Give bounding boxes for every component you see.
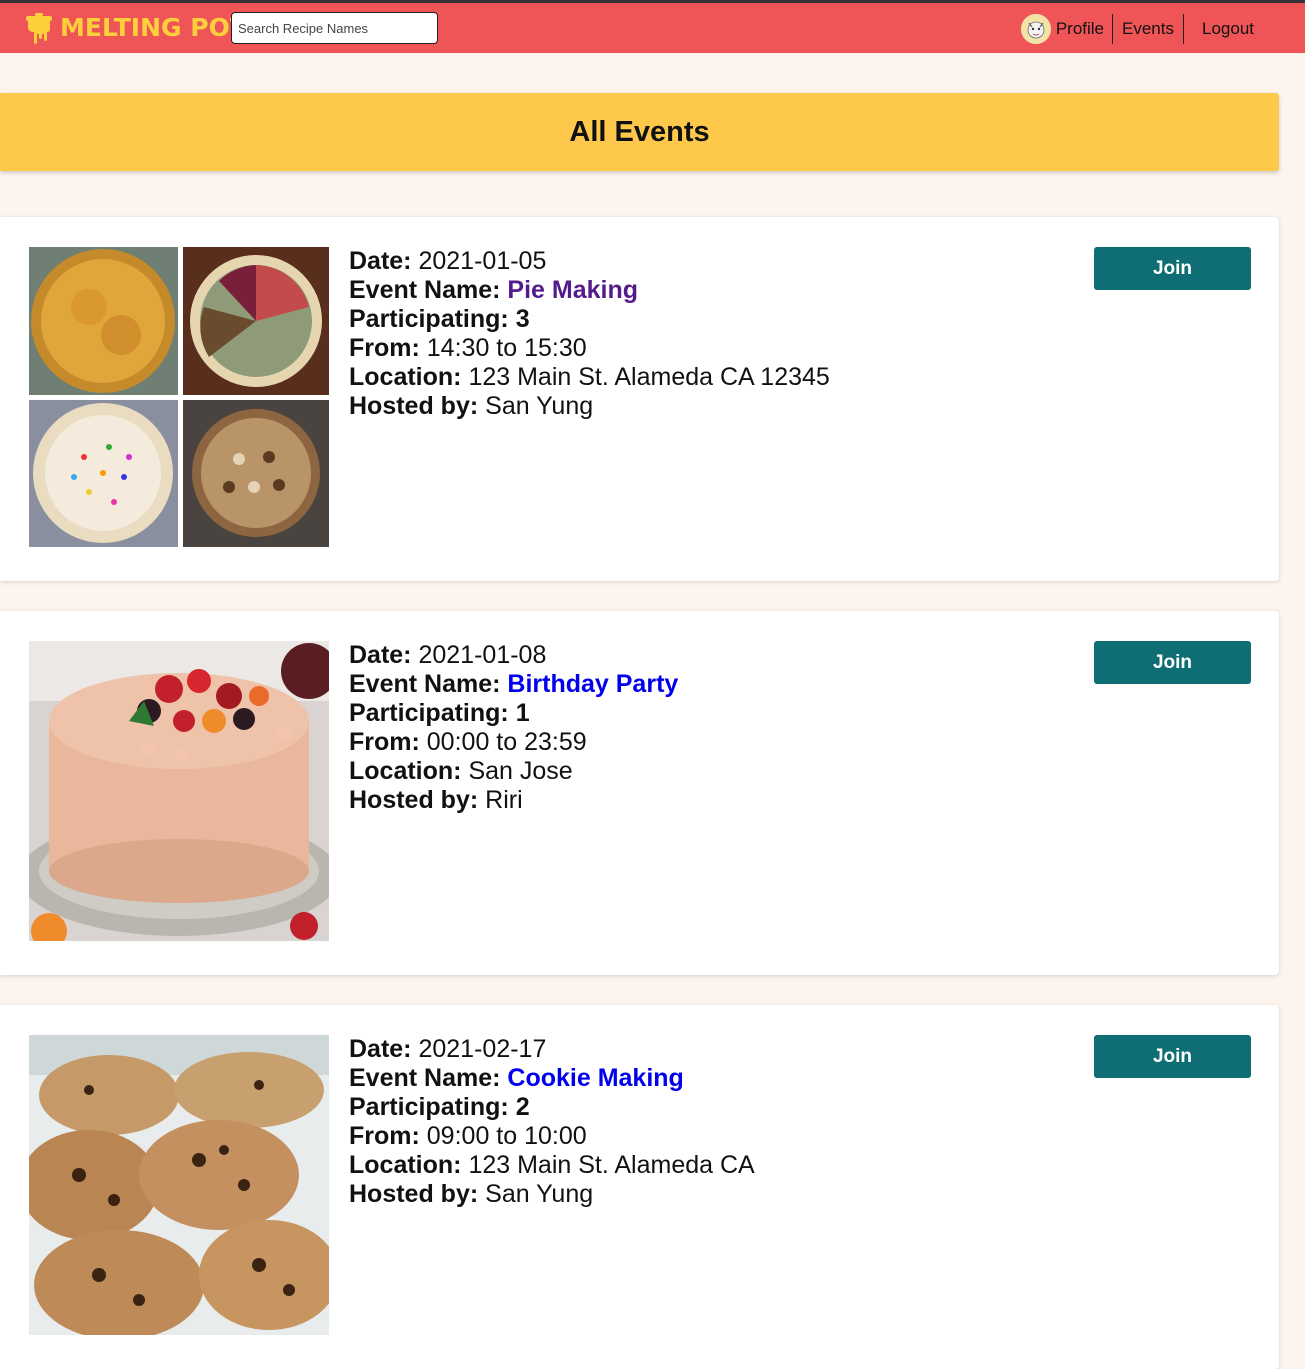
participating-row: Participating: 2	[349, 1093, 755, 1122]
from-label: From:	[349, 728, 420, 756]
event-time-row: From: 00:00 to 23:59	[349, 728, 678, 757]
participating-count: 2	[515, 1093, 530, 1121]
participating-row: Participating: 1	[349, 699, 678, 728]
nav-events-link[interactable]: Events	[1113, 14, 1183, 44]
cookies-image	[29, 1035, 329, 1335]
participating-label: Participating:	[349, 1093, 509, 1121]
participating-row: Participating: 3	[349, 305, 830, 334]
event-name-label: Event Name:	[349, 276, 501, 304]
date-label: Date:	[349, 641, 412, 669]
date-label: Date:	[349, 247, 412, 275]
event-details: Date: 2021-01-08 Event Name: Birthday Pa…	[349, 641, 678, 815]
avatar-icon	[1020, 14, 1051, 44]
event-location-row: Location: San Jose	[349, 757, 678, 786]
event-details: Date: 2021-02-17 Event Name: Cookie Maki…	[349, 1035, 755, 1209]
page-title-banner: All Events	[0, 93, 1279, 171]
nav-profile-link[interactable]: Profile	[1020, 14, 1105, 44]
from-label: From:	[349, 334, 420, 362]
event-details: Date: 2021-01-05 Event Name: Pie Making …	[349, 247, 830, 421]
nav-profile-label: Profile	[1055, 19, 1105, 38]
event-date-row: Date: 2021-01-05	[349, 247, 830, 276]
hosted-by-label: Hosted by:	[349, 392, 479, 420]
pie-collage-image	[29, 247, 329, 547]
join-button[interactable]: Join	[1094, 1035, 1251, 1078]
brand-logo[interactable]: MELTING POT	[24, 12, 247, 44]
event-host: San Yung	[485, 392, 594, 420]
date-label: Date:	[349, 1035, 412, 1063]
event-time: 09:00 to 10:00	[426, 1122, 587, 1150]
navbar: MELTING POT Profile Events Logout	[0, 0, 1305, 53]
event-name-label: Event Name:	[349, 670, 501, 698]
participating-count: 1	[515, 699, 530, 727]
event-date: 2021-01-08	[418, 641, 547, 669]
location-label: Location:	[349, 757, 462, 785]
nav-logout-link[interactable]: Logout	[1184, 14, 1305, 44]
event-name-label: Event Name:	[349, 1064, 501, 1092]
event-location: San Jose	[468, 757, 573, 785]
hosted-by-label: Hosted by:	[349, 786, 479, 814]
event-time-row: From: 14:30 to 15:30	[349, 334, 830, 363]
event-location-row: Location: 123 Main St. Alameda CA 12345	[349, 363, 830, 392]
event-host: Riri	[485, 786, 523, 814]
from-label: From:	[349, 1122, 420, 1150]
event-name-link[interactable]: Birthday Party	[507, 670, 678, 698]
event-card: Date: 2021-02-17 Event Name: Cookie Maki…	[0, 1005, 1279, 1369]
event-location-row: Location: 123 Main St. Alameda CA	[349, 1151, 755, 1180]
event-time: 14:30 to 15:30	[426, 334, 587, 362]
birthday-cake-image	[29, 641, 329, 941]
event-date: 2021-01-05	[418, 247, 547, 275]
location-label: Location:	[349, 363, 462, 391]
search-recipe-input[interactable]	[231, 12, 438, 44]
brand-name: MELTING POT	[60, 13, 247, 42]
event-time-row: From: 09:00 to 10:00	[349, 1122, 755, 1151]
event-name-row: Event Name: Birthday Party	[349, 670, 678, 699]
location-label: Location:	[349, 1151, 462, 1179]
avatar	[1020, 14, 1051, 44]
join-button[interactable]: Join	[1094, 641, 1251, 684]
event-location: 123 Main St. Alameda CA	[468, 1151, 755, 1179]
event-location: 123 Main St. Alameda CA 12345	[468, 363, 830, 391]
hosted-by-label: Hosted by:	[349, 1180, 479, 1208]
nav-links: Profile Events Logout	[1020, 13, 1305, 45]
event-card: Date: 2021-01-05 Event Name: Pie Making …	[0, 217, 1279, 581]
event-host-row: Hosted by: San Yung	[349, 1180, 755, 1209]
event-name-link[interactable]: Pie Making	[507, 276, 638, 304]
event-card: Date: 2021-01-08 Event Name: Birthday Pa…	[0, 611, 1279, 975]
event-name-row: Event Name: Pie Making	[349, 276, 830, 305]
event-date-row: Date: 2021-02-17	[349, 1035, 755, 1064]
event-date: 2021-02-17	[418, 1035, 547, 1063]
participating-count: 3	[515, 305, 530, 333]
event-host-row: Hosted by: Riri	[349, 786, 678, 815]
participating-label: Participating:	[349, 305, 509, 333]
event-host-row: Hosted by: San Yung	[349, 392, 830, 421]
event-name-row: Event Name: Cookie Making	[349, 1064, 755, 1093]
melting-pot-icon	[26, 13, 52, 44]
join-button[interactable]: Join	[1094, 247, 1251, 290]
event-date-row: Date: 2021-01-08	[349, 641, 678, 670]
event-time: 00:00 to 23:59	[426, 728, 587, 756]
event-name-link[interactable]: Cookie Making	[507, 1064, 683, 1092]
participating-label: Participating:	[349, 699, 509, 727]
page-title: All Events	[569, 115, 710, 148]
event-host: San Yung	[485, 1180, 594, 1208]
